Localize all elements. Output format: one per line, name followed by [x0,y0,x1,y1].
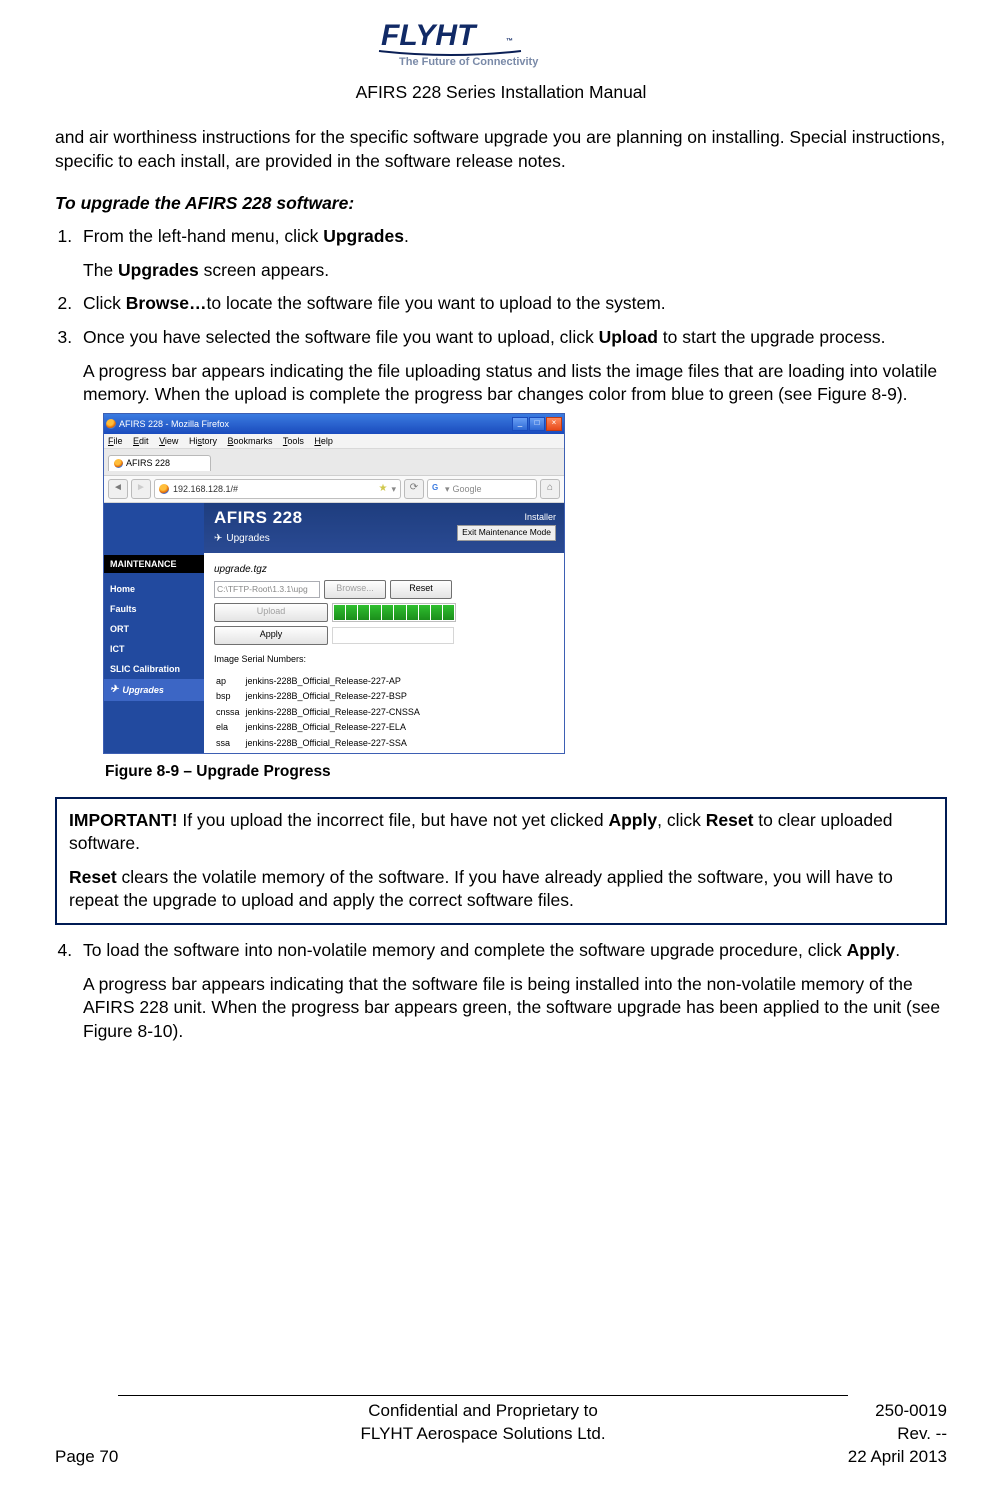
steps-list: From the left-hand menu, click Upgrades.… [77,225,947,782]
sidebar-category: MAINTENANCE [104,555,204,573]
upgrade-subheading: To upgrade the AFIRS 228 software: [55,192,947,216]
sidebar-item-ict[interactable]: ICT [104,639,204,659]
file-name-label: upgrade.tgz [214,563,564,577]
exit-maintenance-button[interactable]: Exit Maintenance Mode [457,525,556,540]
intro-paragraph: and air worthiness instructions for the … [55,126,947,173]
browser-menubar[interactable]: File Edit View History Bookmarks Tools H… [104,434,564,449]
menu-edit: Edit [133,436,149,446]
steps-list-cont: To load the software into non-volatile m… [77,939,947,1044]
page-footer: Page 70 Confidential and Proprietary to … [55,1395,947,1469]
apply-button[interactable]: Apply [214,626,328,645]
address-bar[interactable]: 192.168.128.1/# ★ ▾ [154,479,401,499]
upload-button[interactable]: Upload [214,603,328,622]
upload-progress-bar [332,603,456,622]
svg-text:™: ™ [506,38,513,45]
window-titlebar: AFIRS 228 - Mozilla Firefox _ □ × [104,414,564,434]
manual-title: AFIRS 228 Series Installation Manual [55,81,947,105]
step-1: From the left-hand menu, click Upgrades.… [77,225,947,282]
plane-icon: ✈ [214,532,222,546]
file-path-input[interactable]: C:\TFTP-Root\1.3.1\upg [214,581,320,598]
sidebar-item-upgrades[interactable]: ✈ Upgrades [104,679,204,701]
flyht-logo: FLYHT ™ The Future of Connectivity [371,15,631,77]
browser-tab[interactable]: AFIRS 228 [108,455,211,470]
sidebar-item-home[interactable]: Home [104,579,204,599]
step-2: Click Browse…to locate the software file… [77,292,947,316]
browser-tabrow: AFIRS 228 [104,449,564,476]
logo-text: FLYHT [381,19,478,52]
step-3: Once you have selected the software file… [77,326,947,783]
reload-button[interactable]: ⟳ [404,479,424,499]
home-button[interactable]: ⌂ [540,479,560,499]
app-brand: AFIRS 228 [214,507,303,530]
sidebar-item-faults[interactable]: Faults [104,599,204,619]
maximize-button[interactable]: □ [529,417,545,431]
serials-heading: Image Serial Numbers: [214,653,564,665]
sidebar-item-ort[interactable]: ORT [104,619,204,639]
browse-button[interactable]: Browse... [324,580,386,599]
footer-confidential: Confidential and Proprietary to FLYHT Ae… [118,1395,847,1469]
installer-label: Installer [457,511,556,523]
figure-caption: Figure 8-9 – Upgrade Progress [105,762,947,783]
menu-bookmarks: Bookmarks [227,436,272,446]
main-panel: AFIRS 228 ✈ Upgrades Installer Exit Main… [204,503,564,753]
footer-page: Page 70 [55,1395,118,1469]
serials-table: apjenkins-228B_Official_Release-227-APbs… [214,673,564,753]
menu-history: History [189,436,217,446]
footer-docinfo: 250-0019 Rev. -- 22 April 2013 [848,1395,947,1469]
important-box: IMPORTANT! If you upload the incorrect f… [55,797,947,926]
menu-view: View [159,436,178,446]
breadcrumb-label: Upgrades [226,532,269,546]
window-title: AFIRS 228 - Mozilla Firefox [119,418,229,430]
back-button[interactable]: ◄ [108,479,128,499]
svg-text:The Future of Connectivity: The Future of Connectivity [399,56,539,68]
close-button[interactable]: × [546,417,562,431]
plane-icon: ✈ [110,683,118,697]
apply-progress-bar [332,627,454,644]
bookmark-star-icon[interactable]: ★ [379,482,388,496]
page-header: FLYHT ™ The Future of Connectivity AFIRS… [55,15,947,104]
forward-button[interactable]: ► [131,479,151,499]
menu-file: File [108,436,123,446]
google-icon [432,484,442,494]
sidebar-item-slic[interactable]: SLIC Calibration [104,659,204,679]
figure-screenshot: AFIRS 228 - Mozilla Firefox _ □ × File E… [103,413,565,754]
firefox-icon [106,419,116,429]
menu-help: Help [314,436,333,446]
sidebar: MAINTENANCE Home Faults ORT ICT SLIC Cal… [104,503,204,753]
reset-button[interactable]: Reset [390,580,452,599]
search-box[interactable]: ▾ Google [427,479,537,499]
tab-favicon-icon [114,459,123,468]
menu-tools: Tools [283,436,304,446]
favicon-icon [159,484,169,494]
minimize-button[interactable]: _ [512,417,528,431]
step-4: To load the software into non-volatile m… [77,939,947,1044]
browser-navbar: ◄ ► 192.168.128.1/# ★ ▾ ⟳ ▾ Google [104,476,564,503]
